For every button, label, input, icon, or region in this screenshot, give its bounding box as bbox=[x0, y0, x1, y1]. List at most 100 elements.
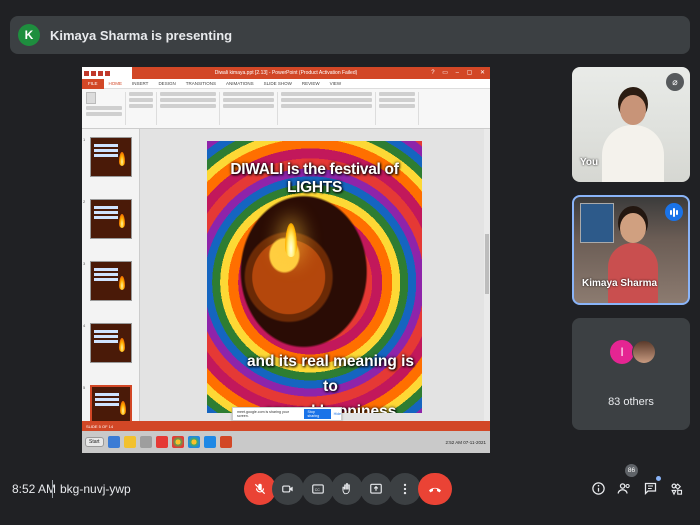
thumb-number: 3 bbox=[83, 261, 86, 266]
svg-text:CC: CC bbox=[315, 488, 321, 492]
slide-thumbnail-selected[interactable] bbox=[90, 385, 132, 425]
captions-icon: CC bbox=[312, 484, 324, 494]
call-end-icon bbox=[429, 487, 441, 493]
tab-view[interactable]: VIEW bbox=[325, 81, 347, 86]
present-screen-button[interactable] bbox=[360, 473, 392, 505]
screen-share-notice: meet.google.com is sharing your screen. … bbox=[232, 407, 342, 421]
ribbon-tabs: FILE HOME INSERT DESIGN TRANSITIONS ANIM… bbox=[82, 78, 490, 89]
stop-sharing-button[interactable]: Stop sharing bbox=[304, 409, 331, 419]
meeting-details-button[interactable] bbox=[588, 478, 608, 498]
background-poster bbox=[580, 203, 614, 243]
ribbon-group-clipboard[interactable] bbox=[86, 92, 126, 125]
taskbar-app-icon[interactable] bbox=[107, 436, 120, 448]
start-button[interactable]: Start bbox=[85, 437, 104, 447]
people-count-badge: 86 bbox=[625, 464, 638, 477]
people-button[interactable] bbox=[614, 478, 634, 498]
status-bar: SLIDE 5 OF 14 bbox=[82, 421, 490, 431]
activities-button[interactable] bbox=[666, 478, 686, 498]
taskbar-clock: 2:52 AM 07-11-2021 bbox=[445, 439, 486, 445]
tab-home[interactable]: HOME bbox=[104, 81, 128, 86]
meeting-code: bkg-nuvj-ywp bbox=[60, 482, 131, 496]
diya-flame bbox=[285, 223, 297, 257]
slide-title: DIWALI is the festival of LIGHTS bbox=[230, 161, 399, 196]
taskbar-app-icon[interactable] bbox=[139, 436, 152, 448]
avatar: I bbox=[610, 340, 634, 364]
avatar bbox=[632, 340, 656, 364]
slide-status: SLIDE 5 OF 14 bbox=[86, 423, 114, 429]
others-count: 83 others bbox=[608, 396, 654, 408]
participant-tile-kimaya[interactable]: Kimaya Sharma bbox=[572, 195, 690, 305]
vertical-scrollbar[interactable] bbox=[484, 129, 490, 421]
ribbon-group-editing[interactable] bbox=[379, 92, 419, 125]
tab-slide-show[interactable]: SLIDE SHOW bbox=[259, 81, 297, 86]
more-vert-icon bbox=[403, 483, 407, 495]
more-options-button[interactable] bbox=[389, 473, 421, 505]
taskbar-app-icon[interactable] bbox=[155, 436, 168, 448]
taskbar-app-icon[interactable] bbox=[203, 436, 216, 448]
share-notice-text: meet.google.com is sharing your screen. bbox=[237, 410, 289, 418]
participant-video bbox=[620, 213, 646, 243]
thumb-number: 1 bbox=[83, 137, 86, 142]
participant-tile-others[interactable]: I 83 others bbox=[572, 318, 690, 430]
slide-subtitle-line: and its real meaning is to bbox=[246, 353, 415, 395]
participant-video bbox=[602, 125, 664, 182]
presenter-banner: K Kimaya Sharma is presenting bbox=[10, 16, 690, 54]
leave-call-button[interactable] bbox=[418, 473, 452, 505]
presenter-text: Kimaya Sharma is presenting bbox=[50, 27, 233, 43]
slide-thumbnail[interactable] bbox=[90, 137, 132, 177]
slide-thumbnail-pane: 1 2 3 4 5 bbox=[82, 129, 140, 425]
participant-tile-you[interactable]: ⌀ You bbox=[572, 67, 690, 182]
participant-video bbox=[608, 243, 658, 303]
tab-design[interactable]: DESIGN bbox=[153, 81, 180, 86]
speaking-indicator-icon bbox=[665, 203, 683, 221]
present-icon bbox=[370, 483, 382, 494]
bottom-control-bar: 8:52 AM bkg-nuvj-ywp CC 86 bbox=[0, 462, 700, 518]
camera-toggle-button[interactable] bbox=[272, 473, 304, 505]
presenter-avatar: K bbox=[18, 24, 40, 46]
ribbon-group-font[interactable] bbox=[160, 92, 220, 125]
meeting-time: 8:52 AM bbox=[12, 482, 57, 496]
ribbon-group-slides[interactable] bbox=[129, 92, 157, 125]
tab-file[interactable]: FILE bbox=[82, 78, 104, 89]
divider bbox=[52, 480, 53, 498]
participant-name: Kimaya Sharma bbox=[582, 278, 658, 289]
chat-button[interactable] bbox=[640, 478, 660, 498]
chat-notification-dot bbox=[656, 476, 661, 481]
mic-off-icon bbox=[254, 483, 266, 495]
powerpoint-title-bar: Diwali kimaya.ppt [2.13] - PowerPoint (P… bbox=[82, 67, 490, 79]
activities-icon bbox=[670, 482, 682, 495]
participant-name: You bbox=[580, 157, 599, 168]
captions-button[interactable]: CC bbox=[302, 473, 334, 505]
tab-insert[interactable]: INSERT bbox=[127, 81, 153, 86]
tab-review[interactable]: REVIEW bbox=[297, 81, 325, 86]
tab-animations[interactable]: ANIMATIONS bbox=[221, 81, 259, 86]
hide-notice-button[interactable]: Hide bbox=[334, 412, 341, 416]
current-slide[interactable]: DIWALI is the festival of LIGHTS and its… bbox=[207, 141, 422, 413]
info-icon bbox=[591, 481, 605, 495]
ribbon-group-drawing[interactable] bbox=[281, 92, 376, 125]
shared-screen: Diwali kimaya.ppt [2.13] - PowerPoint (P… bbox=[82, 67, 490, 453]
window-controls[interactable]: ? ▭ – ▢ ✕ bbox=[431, 69, 488, 76]
chat-icon bbox=[644, 482, 656, 495]
slide-thumbnail[interactable] bbox=[90, 261, 132, 301]
ribbon bbox=[82, 89, 490, 129]
powerpoint-icon[interactable] bbox=[219, 436, 232, 448]
raise-hand-button[interactable] bbox=[331, 473, 363, 505]
mic-off-icon: ⌀ bbox=[666, 73, 684, 91]
hand-icon bbox=[342, 483, 350, 495]
thumb-number: 5 bbox=[83, 385, 86, 390]
chrome-icon[interactable] bbox=[171, 436, 184, 448]
slide-thumbnail[interactable] bbox=[90, 323, 132, 363]
thumb-number: 2 bbox=[83, 199, 86, 204]
slide-subtitle: and its real meaning is to spread happin… bbox=[243, 349, 418, 413]
chrome-icon[interactable] bbox=[187, 436, 200, 448]
windows-taskbar: Start 2:52 AM 07-11-2021 bbox=[82, 431, 490, 453]
slide-thumbnail[interactable] bbox=[90, 199, 132, 239]
people-icon bbox=[617, 482, 630, 494]
ribbon-group-paragraph[interactable] bbox=[223, 92, 278, 125]
slide-editor-area: 1 2 3 4 5 DIWALI is the festival of LIGH… bbox=[82, 129, 490, 425]
thumb-number: 4 bbox=[83, 323, 86, 328]
folder-icon[interactable] bbox=[123, 436, 136, 448]
tab-transitions[interactable]: TRANSITIONS bbox=[181, 81, 221, 86]
participant-video bbox=[620, 95, 646, 125]
